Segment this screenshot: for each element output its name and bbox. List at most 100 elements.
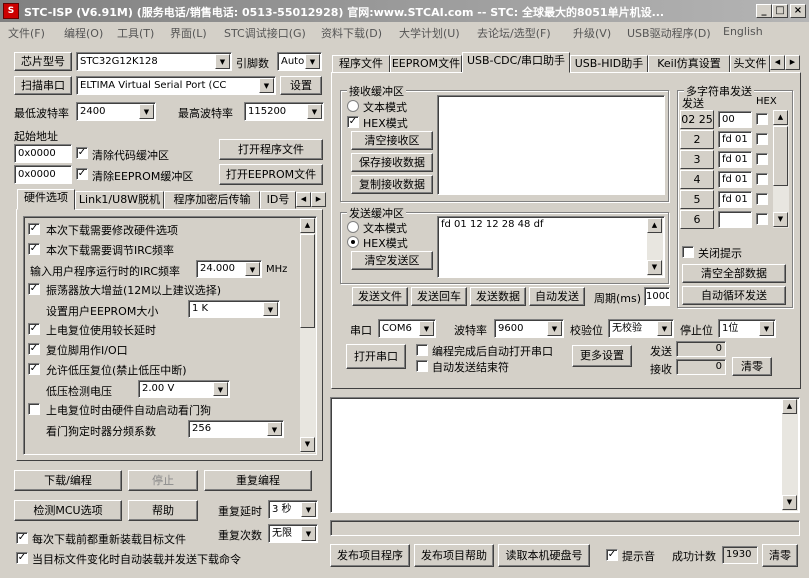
scroll-down-icon[interactable]: ▼ bbox=[300, 437, 315, 452]
clear-code-checkbox[interactable]: ✓ bbox=[76, 147, 88, 159]
detect-mcu-button[interactable]: 检测MCU选项 bbox=[14, 500, 122, 521]
irc-frequency-select[interactable]: 24.000 ▼ bbox=[196, 260, 262, 278]
options-scrollbar[interactable]: ▲ ▼ bbox=[300, 218, 316, 453]
settings-button[interactable]: 设置 bbox=[280, 76, 322, 95]
serial-port-select[interactable]: ELTIMA Virtual Serial Port (CC ▼ bbox=[76, 76, 276, 95]
open-eeprom-file-button[interactable]: 打开EEPROM文件 bbox=[219, 164, 323, 185]
multi-hex-checkbox-2[interactable] bbox=[756, 133, 768, 145]
menu-university[interactable]: 大学计划(U) bbox=[399, 25, 460, 41]
scroll-up-icon[interactable]: ▲ bbox=[647, 218, 662, 233]
multi-input-4[interactable]: fd 01 bbox=[718, 171, 752, 188]
auto-end-char-checkbox[interactable] bbox=[416, 360, 428, 372]
scroll-up-icon[interactable]: ▲ bbox=[782, 399, 797, 414]
auto-loop-send-button[interactable]: 自动循环发送 bbox=[682, 286, 786, 305]
stop-button[interactable]: 停止 bbox=[128, 470, 198, 491]
auto-send-button[interactable]: 自动发送 bbox=[529, 287, 585, 306]
save-receive-button[interactable]: 保存接收数据 bbox=[351, 153, 433, 172]
text-mode-radio[interactable] bbox=[347, 100, 359, 112]
scan-port-button[interactable]: 扫描串口 bbox=[14, 76, 72, 95]
option-modify-hw-checkbox[interactable]: ✓ bbox=[28, 223, 40, 235]
multi-hex-checkbox-1[interactable] bbox=[756, 113, 768, 125]
option-long-delay-checkbox[interactable]: ✓ bbox=[28, 323, 40, 335]
clear-all-data-button[interactable]: 清空全部数据 bbox=[682, 264, 786, 283]
log-output-area[interactable]: ▲ ▼ bbox=[330, 397, 800, 513]
scroll-down-icon[interactable]: ▼ bbox=[647, 260, 662, 275]
multi-input-5[interactable]: fd 01 bbox=[718, 191, 752, 208]
clear-receive-button[interactable]: 清空接收区 bbox=[351, 131, 433, 150]
multi-input-2[interactable]: fd 01 bbox=[718, 131, 752, 148]
menu-file[interactable]: 文件(F) bbox=[8, 25, 45, 41]
tab-usb-cdc-serial[interactable]: USB-CDC/串口助手 bbox=[462, 52, 570, 73]
multi-hex-checkbox-4[interactable] bbox=[756, 173, 768, 185]
tab-scroll-right-icon[interactable]: ▶ bbox=[785, 55, 800, 70]
minimize-button[interactable]: _ bbox=[756, 4, 772, 18]
option-reset-io-checkbox[interactable]: ✓ bbox=[28, 343, 40, 355]
tab-hardware-options[interactable]: 硬件选项 bbox=[17, 189, 75, 210]
send-data-button[interactable]: 发送数据 bbox=[470, 287, 526, 306]
scroll-thumb[interactable] bbox=[300, 234, 315, 328]
multi-send-button-2[interactable]: 2 bbox=[680, 130, 714, 149]
option-low-voltage-checkbox[interactable]: ✓ bbox=[28, 363, 40, 375]
multi-send-button-5[interactable]: 5 bbox=[680, 190, 714, 209]
menu-tools[interactable]: 工具(T) bbox=[117, 25, 154, 41]
clear-send-button[interactable]: 清空发送区 bbox=[351, 251, 433, 270]
multi-send-button-4[interactable]: 4 bbox=[680, 170, 714, 189]
send-enter-button[interactable]: 发送回车 bbox=[411, 287, 467, 306]
watchdog-divider-select[interactable]: 256 ▼ bbox=[188, 420, 284, 438]
option-adjust-irc-checkbox[interactable]: ✓ bbox=[28, 243, 40, 255]
tab-scroll-left-icon[interactable]: ◀ bbox=[770, 55, 785, 70]
com-port-select[interactable]: COM6 ▼ bbox=[378, 319, 436, 338]
multi-input-6[interactable] bbox=[718, 211, 752, 228]
multi-hex-checkbox-5[interactable] bbox=[756, 193, 768, 205]
reload-target-checkbox[interactable]: ✓ bbox=[16, 532, 28, 544]
close-button[interactable]: × bbox=[790, 4, 806, 18]
tab-usb-hid[interactable]: USB-HID助手 bbox=[570, 55, 648, 73]
max-baud-select[interactable]: 115200 ▼ bbox=[244, 102, 324, 121]
repeat-count-select[interactable]: 无限 ▼ bbox=[268, 524, 318, 543]
send-text-mode-radio[interactable] bbox=[347, 221, 359, 233]
chip-type-button[interactable]: 芯片型号 bbox=[14, 52, 72, 71]
menu-forum[interactable]: 去论坛/选型(F) bbox=[477, 25, 551, 41]
low-voltage-select[interactable]: 2.00 V ▼ bbox=[138, 380, 230, 398]
multi-send-button-3[interactable]: 3 bbox=[680, 150, 714, 169]
clear-eeprom-checkbox[interactable]: ✓ bbox=[76, 168, 88, 180]
multi-send-button-6[interactable]: 6 bbox=[680, 210, 714, 229]
tab-id-number[interactable]: ID号 bbox=[260, 191, 296, 209]
beep-checkbox[interactable]: ✓ bbox=[606, 549, 618, 561]
period-input[interactable]: 1000 bbox=[644, 287, 670, 306]
tab-encrypted-transfer[interactable]: 程序加密后传输 bbox=[164, 191, 260, 209]
scroll-down-icon[interactable]: ▼ bbox=[773, 212, 788, 227]
multi-hex-checkbox-3[interactable] bbox=[756, 153, 768, 165]
tab-header-file[interactable]: 头文件 bbox=[730, 55, 770, 73]
tab-eeprom-file[interactable]: EEPROM文件 bbox=[390, 55, 462, 73]
parity-select[interactable]: 无校验 ▼ bbox=[608, 319, 674, 338]
publish-program-button[interactable]: 发布项目程序 bbox=[330, 544, 410, 567]
auto-send-on-change-checkbox[interactable]: ✓ bbox=[16, 552, 28, 564]
tab-keil-settings[interactable]: Keil仿真设置 bbox=[648, 55, 730, 73]
send-hex-mode-radio[interactable] bbox=[347, 236, 359, 248]
option-watchdog-checkbox[interactable] bbox=[28, 403, 40, 415]
eeprom-address-input[interactable]: 0x0000 bbox=[14, 165, 72, 184]
clear-success-count-button[interactable]: 清零 bbox=[762, 544, 798, 567]
menu-program[interactable]: 编程(O) bbox=[64, 25, 103, 41]
multi-input-1[interactable]: 00 bbox=[718, 111, 752, 128]
copy-receive-button[interactable]: 复制接收数据 bbox=[351, 175, 433, 194]
min-baud-select[interactable]: 2400 ▼ bbox=[76, 102, 156, 121]
open-program-file-button[interactable]: 打开程序文件 bbox=[219, 139, 323, 160]
clear-count-button[interactable]: 清零 bbox=[732, 357, 772, 376]
menu-download[interactable]: 资料下载(D) bbox=[321, 25, 382, 41]
baud-rate-select[interactable]: 9600 ▼ bbox=[494, 319, 564, 338]
scroll-up-icon[interactable]: ▲ bbox=[773, 110, 788, 125]
scroll-up-icon[interactable]: ▲ bbox=[300, 218, 315, 233]
tab-link1-offline[interactable]: Link1/U8W脱机 bbox=[75, 191, 164, 209]
send-file-button[interactable]: 发送文件 bbox=[352, 287, 408, 306]
scroll-thumb[interactable] bbox=[773, 126, 788, 186]
pin-count-select[interactable]: Auto ▼ bbox=[277, 52, 322, 71]
multi-input-3[interactable]: fd 01 bbox=[718, 151, 752, 168]
send-textarea[interactable]: fd 01 12 12 28 48 df ▲ ▼ bbox=[437, 216, 665, 278]
more-settings-button[interactable]: 更多设置 bbox=[572, 345, 632, 367]
stop-bits-select[interactable]: 1位 ▼ bbox=[718, 319, 776, 338]
open-port-button[interactable]: 打开串口 bbox=[346, 344, 406, 369]
code-address-input[interactable]: 0x0000 bbox=[14, 144, 72, 163]
eeprom-size-select[interactable]: 1 K ▼ bbox=[188, 300, 280, 318]
